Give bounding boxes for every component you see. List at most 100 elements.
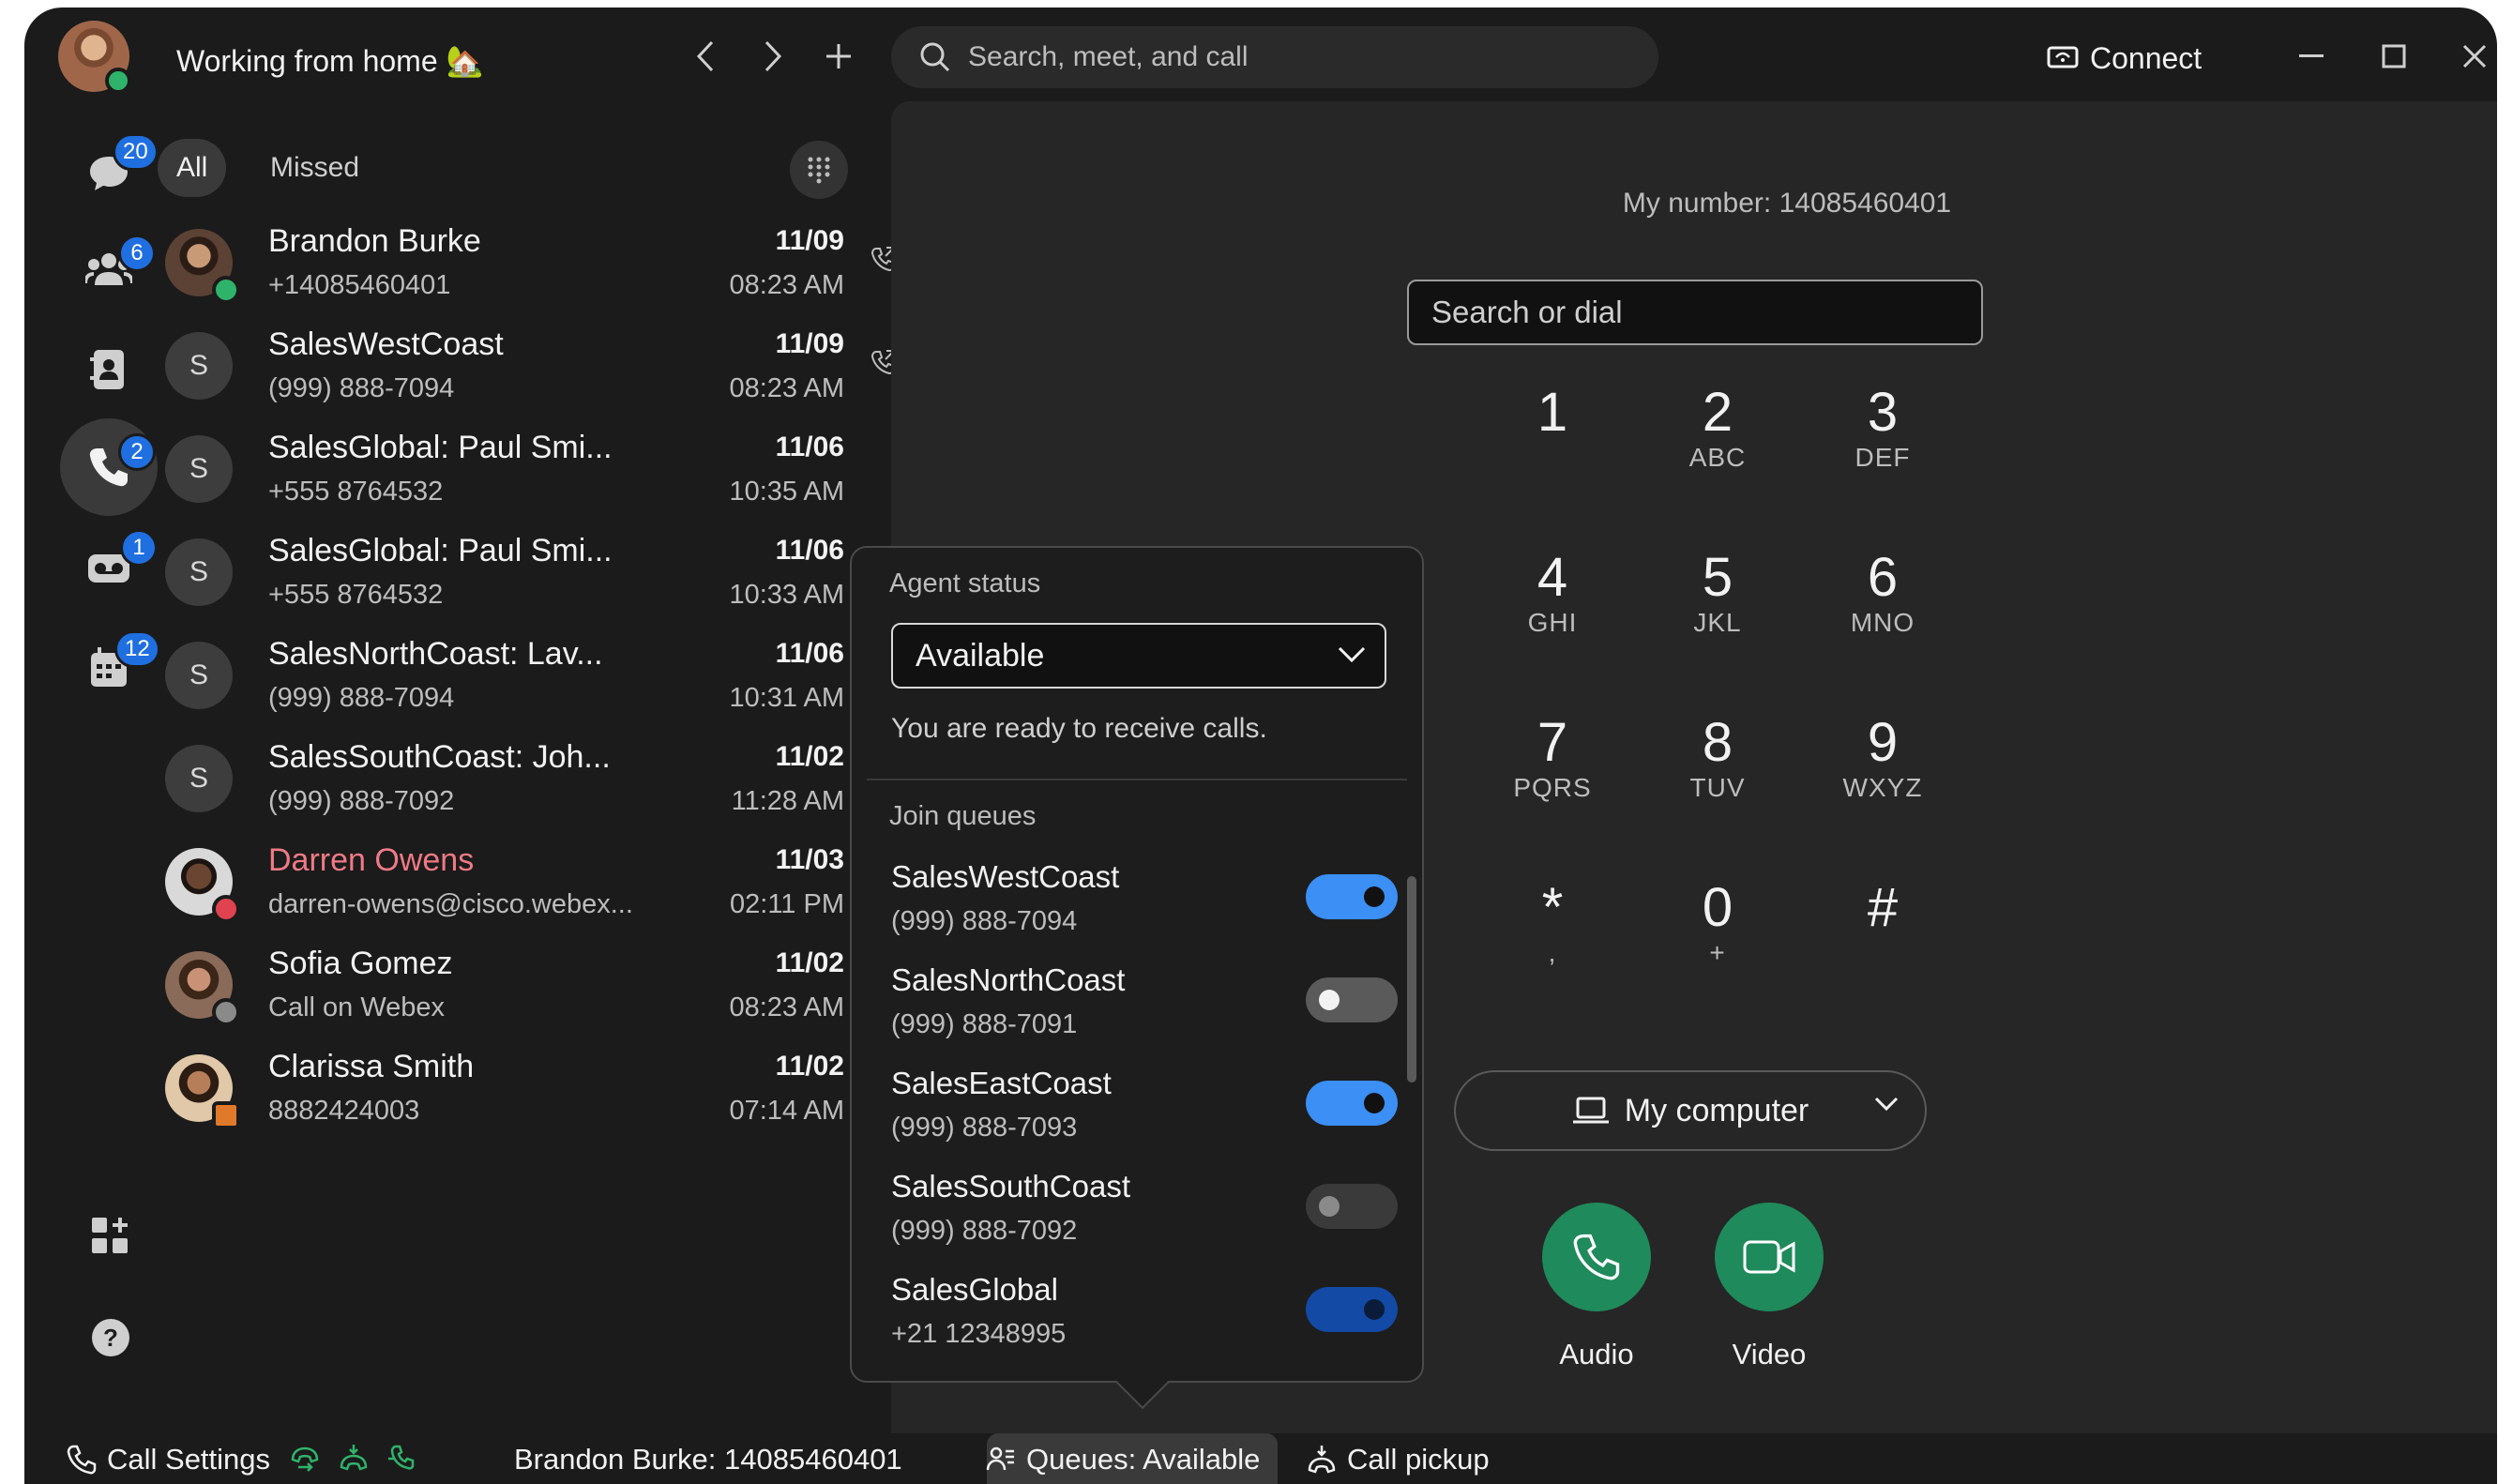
dial-key-7[interactable]: 7 PQRS: [1482, 713, 1623, 835]
rail-messaging[interactable]: 20: [60, 124, 159, 221]
plus-icon[interactable]: [818, 36, 859, 77]
queue-phone: (999) 888-7094: [891, 906, 1078, 936]
agent-status-popup: Agent status Available You are ready to …: [850, 546, 1424, 1410]
dial-key-2[interactable]: 2 ABC: [1647, 383, 1788, 505]
dial-key-4[interactable]: 4 GHI: [1482, 548, 1623, 670]
contact-detail: (999) 888-7092: [268, 786, 455, 816]
search-placeholder: Search, meet, and call: [968, 41, 1249, 72]
filter-missed-chip[interactable]: Missed: [251, 139, 378, 197]
call-pickup-button[interactable]: Call pickup: [1306, 1443, 1490, 1476]
call-history-row[interactable]: S SalesNorthCoast: Lav... (999) 888-7094…: [165, 630, 859, 734]
call-time: 11:28 AM: [731, 786, 844, 816]
rail-contacts[interactable]: [60, 321, 158, 418]
close-icon[interactable]: [2456, 38, 2493, 75]
call-history-row[interactable]: S SalesWestCoast (999) 888-7094 11/09 08…: [165, 321, 895, 424]
dial-key-0[interactable]: 0 +: [1647, 878, 1788, 1000]
call-date: 11/09: [775, 225, 844, 256]
queue-toggle[interactable]: [1306, 1287, 1398, 1332]
call-time: 07:14 AM: [729, 1096, 844, 1126]
active-line-label[interactable]: Brandon Burke: 14085460401: [514, 1443, 902, 1476]
dial-key-1[interactable]: 1: [1482, 383, 1623, 505]
queue-list-scrollbar[interactable]: [1407, 876, 1416, 1083]
call-history-row[interactable]: S SalesGlobal: Paul Smi... +555 8764532 …: [165, 527, 859, 630]
audio-call-button[interactable]: [1542, 1203, 1651, 1311]
hunt-group-icon[interactable]: [386, 1443, 428, 1475]
maximize-icon[interactable]: [2375, 38, 2413, 75]
filter-all-chip[interactable]: All: [158, 139, 227, 197]
queue-toggle[interactable]: [1306, 1081, 1398, 1126]
dialpad-toggle-button[interactable]: [790, 141, 848, 199]
user-status-text[interactable]: Working from home 🏡: [176, 43, 483, 79]
call-pickup-icon: [1308, 1446, 1336, 1474]
call-date: 11/02: [775, 1051, 844, 1082]
help-icon[interactable]: ?: [86, 1313, 135, 1362]
chevron-down-icon: [1874, 1097, 1899, 1112]
search-icon: [920, 42, 950, 72]
queue-phone: (999) 888-7092: [891, 1216, 1078, 1246]
rail-teams[interactable]: 6: [60, 220, 158, 317]
calling-badge: 2: [118, 433, 156, 471]
queue-name: SalesEastCoast: [891, 1066, 1112, 1100]
video-call-button[interactable]: [1715, 1203, 1824, 1311]
call-date: 11/06: [775, 535, 844, 566]
call-history-row[interactable]: S SalesSouthCoast: Joh... (999) 888-7092…: [165, 734, 859, 837]
audio-call-label: Audio: [1559, 1338, 1634, 1370]
call-date: 11/02: [775, 741, 844, 772]
queues-status-button[interactable]: Queues: Available: [972, 1443, 1260, 1476]
contacts-book-icon: [90, 350, 124, 389]
dial-key-5[interactable]: 5 JKL: [1647, 548, 1788, 670]
agent-status-select[interactable]: Available: [891, 623, 1386, 689]
dial-key-6[interactable]: 6 MNO: [1812, 548, 1953, 670]
call-history-row[interactable]: Brandon Burke +14085460401 11/09 08:23 A…: [165, 218, 895, 321]
call-device-select[interactable]: My computer: [1454, 1070, 1927, 1151]
contact-detail: (999) 888-7094: [268, 373, 455, 403]
phone-settings-icon: [67, 1445, 97, 1475]
apps-grid-icon[interactable]: [86, 1212, 135, 1261]
connect-button[interactable]: Connect: [2047, 41, 2202, 76]
dial-key-8[interactable]: 8 TUV: [1647, 713, 1788, 835]
contact-name: SalesWestCoast: [268, 326, 504, 362]
rail-voicemail[interactable]: 1: [60, 520, 158, 617]
back-arrow-icon[interactable]: [685, 36, 726, 77]
call-history-row[interactable]: S SalesGlobal: Paul Smi... +555 8764532 …: [165, 424, 859, 527]
queue-item: SalesSouthCoast (999) 888-7092: [891, 1169, 1398, 1263]
queue-toggle[interactable]: [1306, 874, 1398, 919]
my-number-label: My number: 14085460401: [1622, 188, 1952, 219]
contact-name: Brandon Burke: [268, 223, 481, 259]
dial-key-3[interactable]: 3 DEF: [1812, 383, 1953, 505]
call-time: 02:11 PM: [730, 889, 844, 919]
contact-detail: +555 8764532: [268, 580, 444, 610]
dial-key-9[interactable]: 9 WXYZ: [1812, 713, 1953, 835]
laptop-icon: [1572, 1097, 1609, 1124]
messaging-badge: 20: [113, 133, 159, 171]
call-forward-icon[interactable]: [289, 1443, 330, 1475]
dial-key-star[interactable]: *,: [1482, 878, 1623, 1000]
forward-arrow-icon[interactable]: [752, 36, 794, 77]
minimize-icon[interactable]: [2293, 38, 2330, 75]
call-history-row-missed[interactable]: Darren Owens darren-owens@cisco.webex...…: [165, 837, 859, 940]
contact-detail: +555 8764532: [268, 477, 444, 507]
dial-key-hash[interactable]: #: [1812, 878, 1953, 1000]
global-search-input[interactable]: Search, meet, and call: [891, 26, 1658, 88]
contact-avatar: S: [165, 745, 233, 812]
connect-label: Connect: [2090, 41, 2203, 75]
search-or-dial-input[interactable]: Search or dial: [1407, 280, 1983, 345]
call-history-row[interactable]: Clarissa Smith 8882424003 11/02 07:14 AM: [165, 1043, 859, 1146]
chevron-down-icon: [1338, 646, 1366, 663]
queue-name: SalesSouthCoast: [891, 1169, 1130, 1204]
queue-toggle[interactable]: [1306, 1184, 1398, 1229]
presence-in-meeting-indicator: [212, 1101, 240, 1129]
call-time: 10:33 AM: [729, 580, 844, 610]
rail-calling[interactable]: 2: [60, 418, 158, 516]
call-pickup-status-icon[interactable]: [338, 1443, 379, 1475]
connect-device-icon: [2047, 46, 2079, 68]
queue-toggle[interactable]: [1306, 977, 1398, 1022]
user-avatar[interactable]: [58, 21, 131, 94]
rail-meetings[interactable]: 12: [60, 619, 160, 717]
contact-name: SalesGlobal: Paul Smi...: [268, 533, 613, 568]
contact-name: Darren Owens: [268, 842, 475, 878]
presence-available-indicator: [105, 68, 131, 94]
call-history-row[interactable]: Sofia Gomez Call on Webex 11/02 08:23 AM: [165, 940, 859, 1043]
contact-name: Sofia Gomez: [268, 946, 453, 981]
call-settings-button[interactable]: Call Settings: [66, 1443, 270, 1476]
